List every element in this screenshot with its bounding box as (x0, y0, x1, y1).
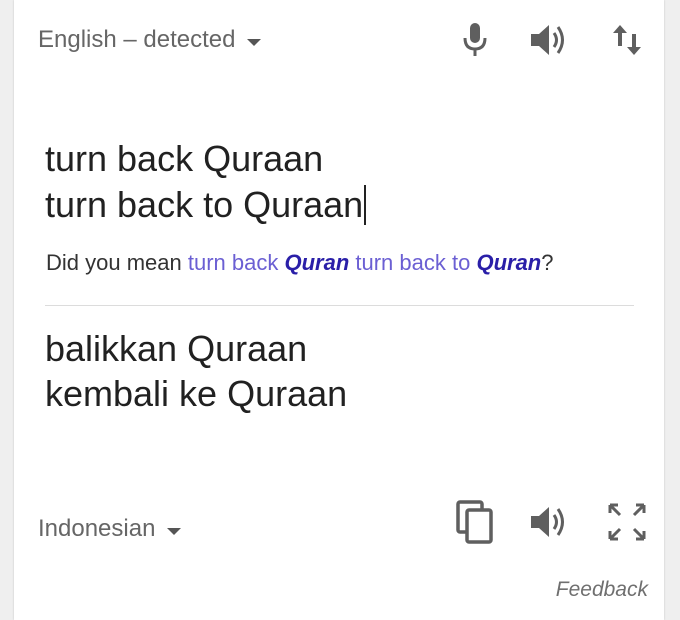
source-text-input[interactable]: turn back Quraan turn back to Quraan (45, 136, 645, 228)
target-listen-button[interactable] (527, 500, 571, 544)
fullscreen-button[interactable] (605, 500, 649, 544)
speaker-icon (531, 507, 564, 537)
source-listen-button[interactable] (527, 18, 571, 62)
chevron-down-icon (247, 38, 262, 46)
did-you-mean-prefix: Did you mean (46, 250, 188, 275)
source-text-line: turn back Quraan (45, 138, 324, 179)
swap-languages-icon (613, 25, 641, 55)
microphone-button[interactable] (453, 18, 497, 62)
translation-card: English – detected turn back Quraan turn… (14, 0, 664, 620)
result-text-line: kembali ke Quraan (45, 373, 348, 414)
target-language-selector[interactable]: Indonesian (38, 509, 182, 549)
swap-languages-button[interactable] (605, 18, 649, 62)
copy-icon (456, 500, 493, 544)
source-text-line: turn back to Quraan (45, 182, 645, 228)
did-you-mean: Did you mean turn back Quran turn back t… (46, 250, 554, 276)
did-you-mean-suffix: ? (541, 250, 554, 275)
chevron-down-icon (167, 527, 182, 535)
source-language-label: English – detected (38, 26, 236, 53)
result-text-line: balikkan Quraan (45, 328, 308, 369)
feedback-link[interactable]: Feedback (556, 578, 648, 602)
copy-button[interactable] (454, 500, 498, 544)
text-cursor (364, 185, 367, 225)
fullscreen-icon (608, 503, 646, 541)
microphone-icon (463, 23, 487, 56)
suggestion-link[interactable]: turn back Quran turn back to Quran (188, 250, 541, 275)
source-language-selector[interactable]: English – detected (38, 20, 262, 60)
target-language-label: Indonesian (38, 515, 156, 542)
divider (45, 305, 634, 306)
speaker-icon (531, 25, 564, 55)
translation-result: balikkan Quraan kembali ke Quraan (45, 326, 645, 416)
